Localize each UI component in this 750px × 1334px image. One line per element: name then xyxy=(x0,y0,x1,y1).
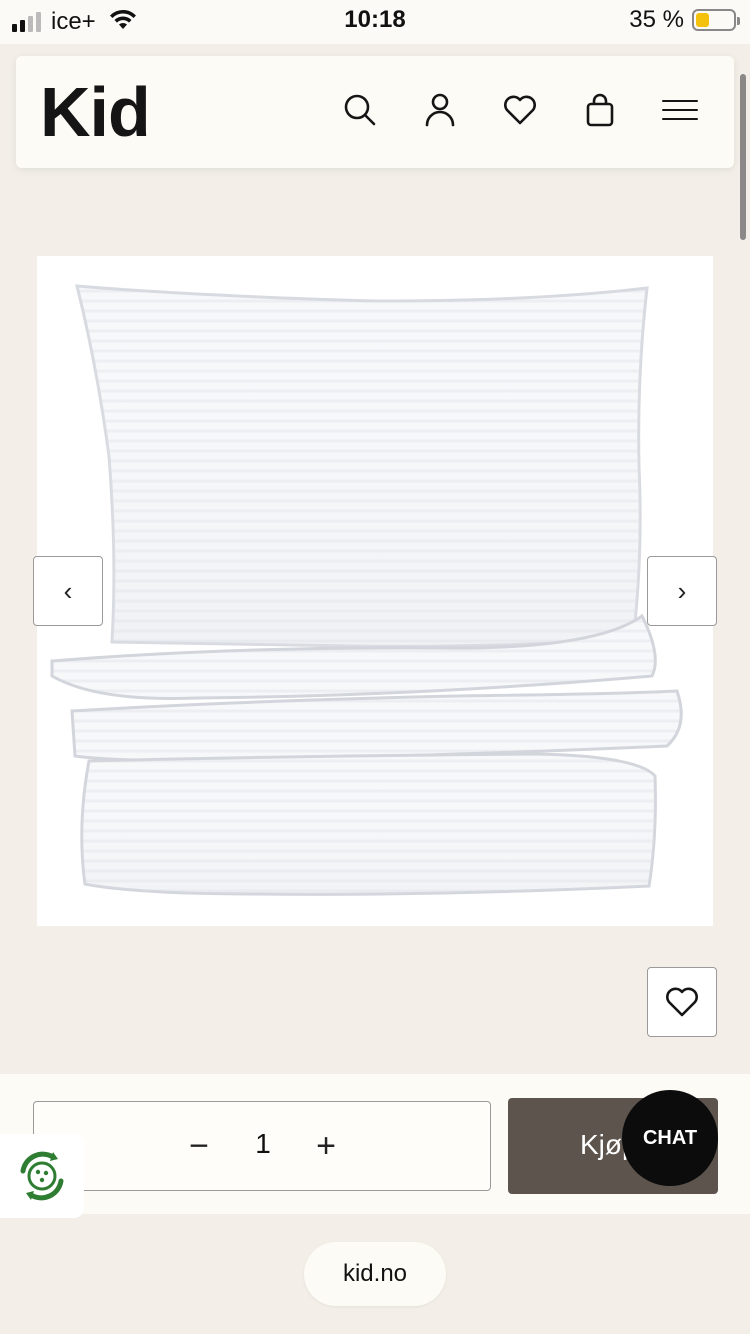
heart-icon xyxy=(666,987,698,1017)
status-right: 35 % xyxy=(629,6,740,34)
heart-icon[interactable] xyxy=(502,92,538,128)
chat-button[interactable]: CHAT xyxy=(622,1090,718,1186)
user-icon[interactable] xyxy=(422,92,458,128)
carousel-next-button[interactable]: › xyxy=(647,556,717,626)
carousel-prev-button[interactable]: ‹ xyxy=(33,556,103,626)
bag-icon[interactable] xyxy=(582,92,618,128)
search-icon[interactable] xyxy=(342,92,378,128)
quantity-value[interactable]: 1 xyxy=(240,1128,286,1160)
header-icons xyxy=(342,92,698,128)
product-image[interactable] xyxy=(37,256,713,926)
menu-icon[interactable] xyxy=(662,92,698,128)
recycle-badge[interactable] xyxy=(0,1134,84,1218)
battery-fill xyxy=(696,13,709,27)
battery-icon xyxy=(692,9,740,31)
quantity-increase-button[interactable]: + xyxy=(304,1124,348,1168)
battery-percent: 35 % xyxy=(629,6,684,33)
status-bar: ice+ 10:18 35 % xyxy=(0,0,750,44)
add-to-wishlist-button[interactable] xyxy=(647,967,717,1037)
quantity-decrease-button[interactable]: − xyxy=(177,1124,221,1168)
quantity-stepper: − 1 + xyxy=(33,1101,491,1191)
kid-logo[interactable]: Kid xyxy=(40,72,151,152)
bedding-set-image xyxy=(50,284,683,896)
site-header: Kid xyxy=(16,56,734,168)
recycle-icon xyxy=(20,1151,64,1201)
browser-url-bar[interactable]: kid.no xyxy=(304,1242,446,1306)
page-scrollbar[interactable] xyxy=(740,74,746,240)
